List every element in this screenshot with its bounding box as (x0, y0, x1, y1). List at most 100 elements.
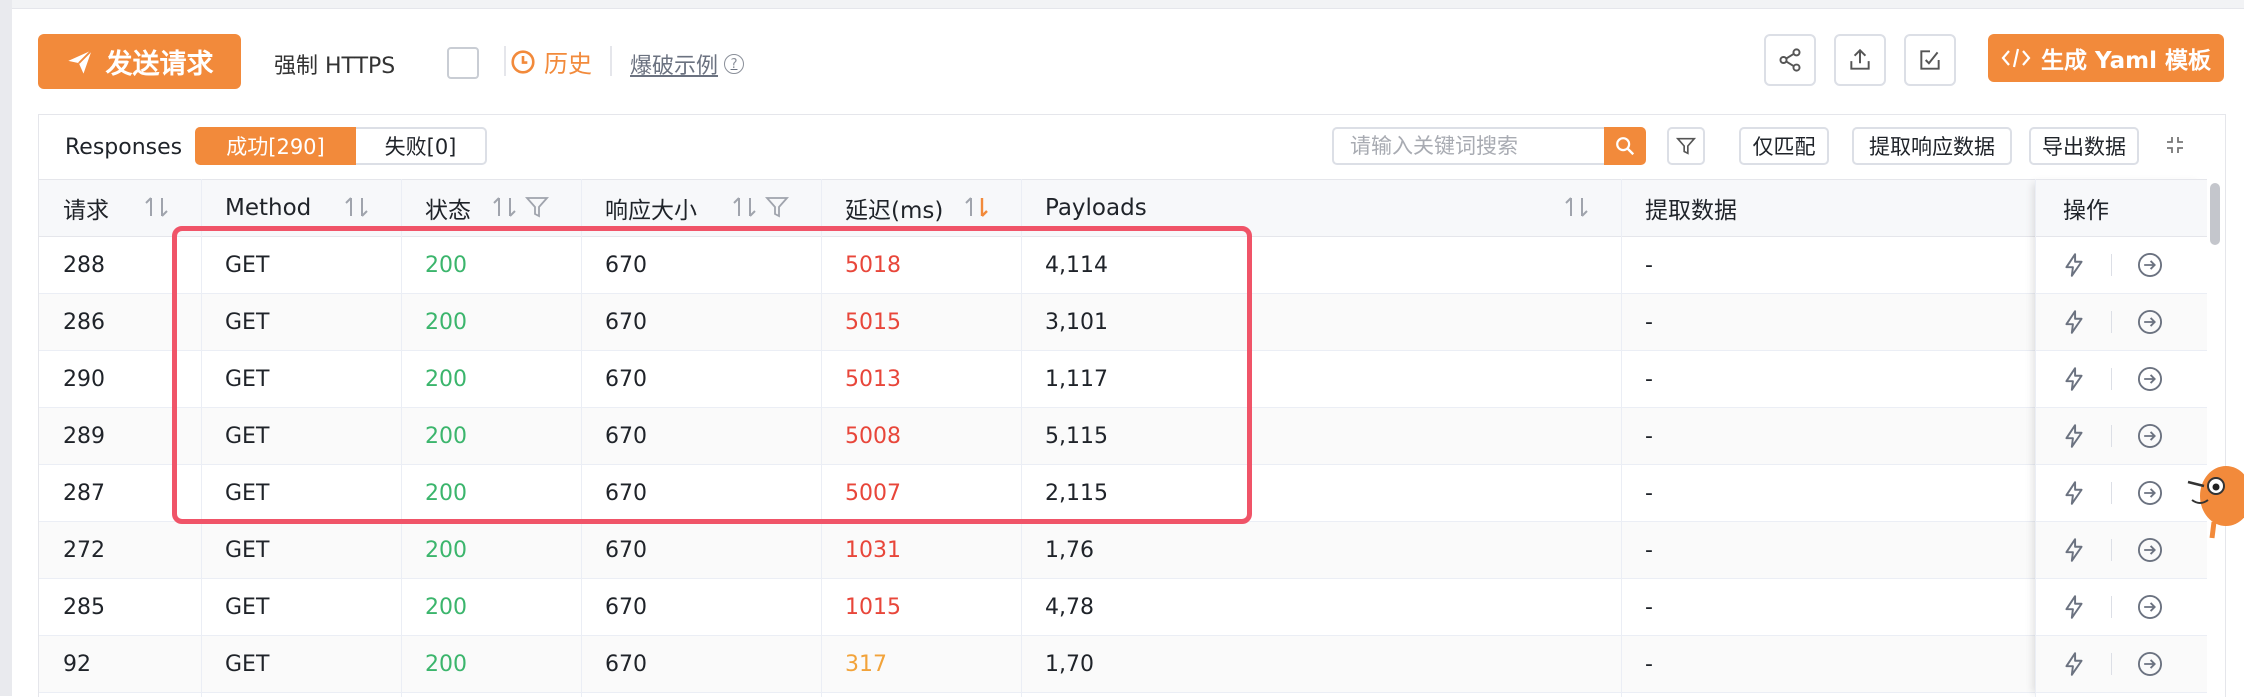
cell-latency: 5015 (845, 309, 901, 335)
cell-size: 670 (605, 480, 647, 506)
table-row[interactable]: 286 GET 200 670 5015 3,101 - (39, 294, 2225, 351)
cell-method: GET (225, 423, 270, 449)
vertical-scrollbar[interactable] (2207, 179, 2225, 697)
cell-status: 200 (425, 252, 467, 278)
cell-size: 670 (605, 366, 647, 392)
table-row[interactable]: 92 GET 200 670 317 1,70 - (39, 636, 2225, 693)
help-icon[interactable]: ? (724, 54, 745, 74)
export-data-button[interactable]: 导出数据 (2029, 127, 2139, 165)
filter-button[interactable] (1667, 127, 1705, 165)
cell-request: 289 (63, 423, 105, 449)
col-header-method[interactable]: Method (201, 180, 311, 236)
responses-title: Responses (65, 135, 183, 160)
cell-request: 287 (63, 480, 105, 506)
actions-column-shadow (2035, 179, 2207, 697)
sort-icon[interactable] (343, 194, 371, 220)
table-body: 288 GET 200 670 5018 4,114 - 286 GET 200 670 5015 3,… (39, 237, 2225, 693)
cell-status: 200 (425, 309, 467, 335)
cell-request: 285 (63, 594, 105, 620)
code-icon (2001, 48, 2031, 68)
filter-icon[interactable] (765, 194, 789, 220)
share-icon (1779, 48, 1801, 72)
upload-button[interactable] (1834, 34, 1886, 86)
col-header-size[interactable]: 响应大小 (581, 180, 697, 236)
match-only-button[interactable]: 仅匹配 (1739, 127, 1829, 165)
table-row[interactable]: 288 GET 200 670 5018 4,114 - (39, 237, 2225, 294)
cell-status: 200 (425, 366, 467, 392)
cell-latency: 1031 (845, 537, 901, 563)
search-input[interactable] (1332, 127, 1604, 165)
tab-failed[interactable]: 失败[0] (356, 127, 487, 165)
search-icon (1616, 137, 1635, 156)
cell-request: 286 (63, 309, 105, 335)
share-button[interactable] (1764, 34, 1816, 86)
col-header-payloads[interactable]: Payloads (1021, 180, 1147, 236)
cell-request: 288 (63, 252, 105, 278)
col-header-extracted: 提取数据 (1645, 198, 1737, 224)
cell-latency: 5007 (845, 480, 901, 506)
sort-icon[interactable] (143, 194, 171, 220)
table-row[interactable]: 287 GET 200 670 5007 2,115 - (39, 465, 2225, 522)
cell-latency: 5018 (845, 252, 901, 278)
edit-check-icon (1920, 50, 1940, 70)
tab-success[interactable]: 成功[290] (195, 127, 356, 165)
cell-method: GET (225, 309, 270, 335)
cell-size: 670 (605, 594, 647, 620)
cell-method: GET (225, 366, 270, 392)
clock-icon (511, 49, 535, 74)
cell-method: GET (225, 480, 270, 506)
sort-icon[interactable] (731, 194, 759, 220)
window-top-edge (12, 0, 2244, 9)
cell-extracted: - (1645, 480, 1653, 506)
cell-payloads: 3,101 (1045, 309, 1108, 335)
cell-method: GET (225, 651, 270, 677)
generate-yaml-button[interactable]: 生成 Yaml 模板 (1988, 34, 2224, 82)
cell-size: 670 (605, 309, 647, 335)
example-label: 爆破示例 (630, 54, 719, 79)
responses-panel: Responses 成功[290] 失败[0] 仅匹配 提取响应数据 导出数据 … (38, 114, 2226, 697)
cell-request: 272 (63, 537, 105, 563)
filter-icon[interactable] (525, 194, 549, 220)
history-button[interactable]: 历史 (510, 44, 592, 79)
cell-status: 200 (425, 594, 467, 620)
cell-payloads: 4,114 (1045, 252, 1108, 278)
cell-extracted: - (1645, 594, 1653, 620)
cell-status: 200 (425, 423, 467, 449)
cell-extracted: - (1645, 423, 1653, 449)
responses-bar: Responses 成功[290] 失败[0] 仅匹配 提取响应数据 导出数据 (39, 115, 2225, 179)
table-row[interactable]: 289 GET 200 670 5008 5,115 - (39, 408, 2225, 465)
search-box (1332, 127, 1646, 165)
col-header-status[interactable]: 状态 (401, 180, 471, 236)
filter-icon (1675, 137, 1697, 155)
sort-icon[interactable] (1563, 194, 1591, 220)
cell-extracted: - (1645, 309, 1653, 335)
example-link[interactable]: 爆破示例 ? (630, 48, 745, 80)
mascot-icon (2187, 466, 2244, 539)
cell-extracted: - (1645, 366, 1653, 392)
cell-status: 200 (425, 480, 467, 506)
search-button[interactable] (1604, 127, 1646, 165)
extract-response-button[interactable]: 提取响应数据 (1852, 127, 2012, 165)
scrollbar-thumb[interactable] (2210, 183, 2220, 245)
cell-request: 92 (63, 651, 91, 677)
table-row[interactable]: 285 GET 200 670 1015 4,78 - (39, 579, 2225, 636)
apply-button[interactable] (1904, 34, 1956, 86)
table-row[interactable]: 272 GET 200 670 1031 1,76 - (39, 522, 2225, 579)
result-tabs: 成功[290] 失败[0] (195, 127, 487, 165)
cell-size: 670 (605, 651, 647, 677)
window-left-edge (0, 0, 12, 696)
force-https-checkbox[interactable] (447, 47, 479, 79)
send-request-button[interactable]: 发送请求 (38, 34, 241, 89)
cell-extracted: - (1645, 537, 1653, 563)
sort-desc-icon[interactable] (963, 194, 991, 220)
collapse-icon[interactable] (2163, 133, 2187, 157)
cell-payloads: 1,117 (1045, 366, 1108, 392)
cell-payloads: 1,70 (1045, 651, 1094, 677)
sort-icon[interactable] (491, 194, 519, 220)
table-row[interactable]: 290 GET 200 670 5013 1,117 - (39, 351, 2225, 408)
cell-latency: 317 (845, 651, 887, 677)
col-header-request[interactable]: 请求 (39, 180, 109, 236)
col-header-latency[interactable]: 延迟(ms) (821, 180, 943, 236)
column-divider (821, 179, 822, 697)
cell-latency: 5008 (845, 423, 901, 449)
